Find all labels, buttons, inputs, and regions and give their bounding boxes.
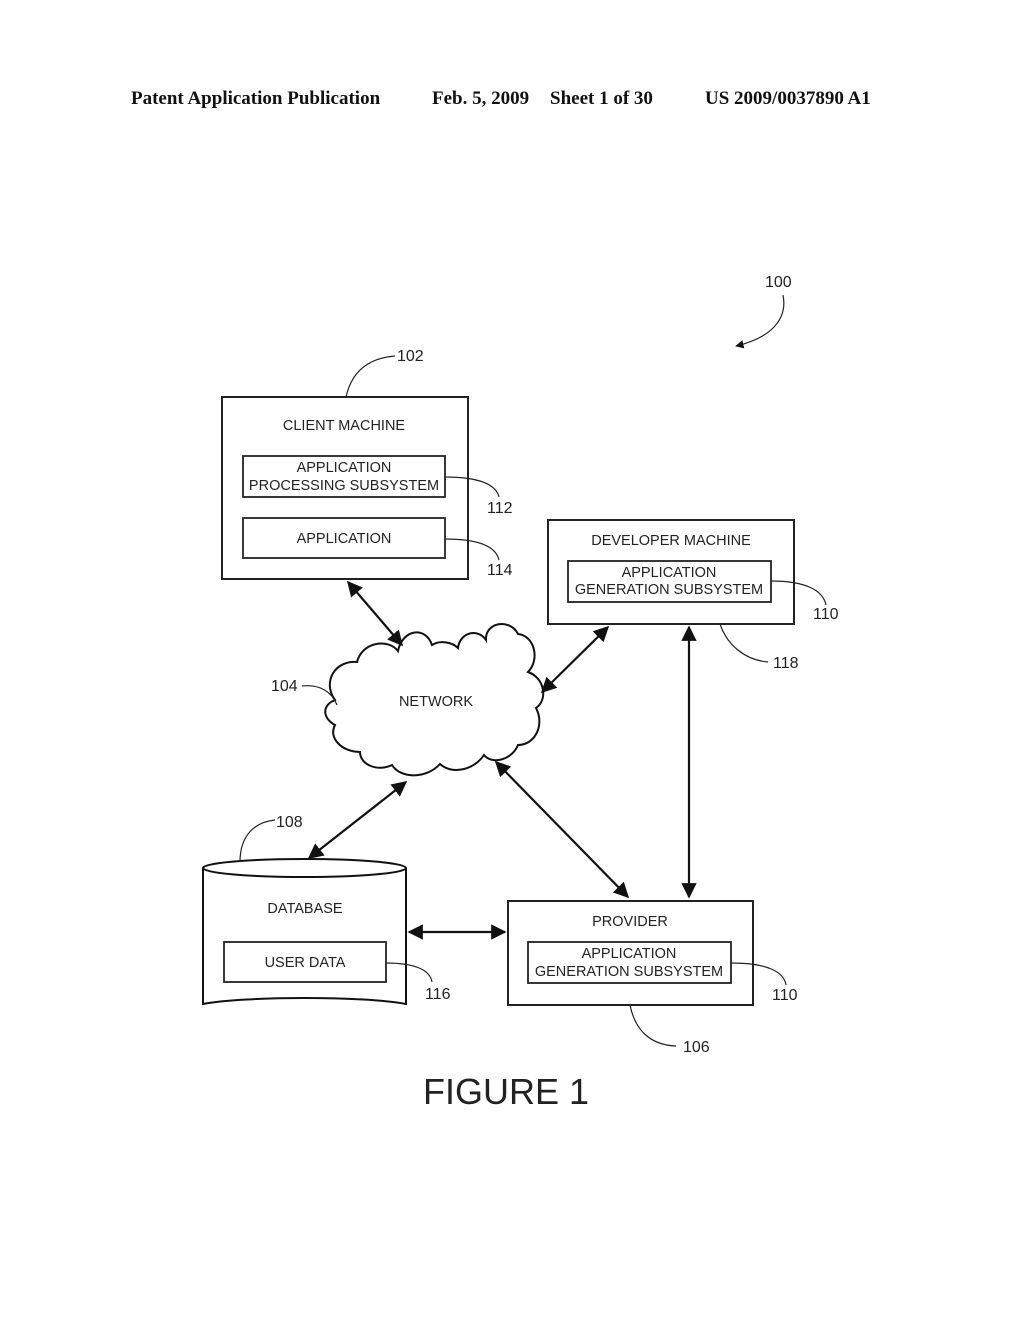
- arrow-client-network: [346, 580, 404, 647]
- dev-generation-ref: 110: [813, 606, 839, 623]
- figure-caption: FIGURE 1: [423, 1071, 589, 1112]
- app-processing-line2: PROCESSING SUBSYSTEM: [249, 478, 439, 494]
- arrow-network-provider: [494, 760, 630, 899]
- developer-machine-title: DEVELOPER MACHINE: [591, 533, 751, 549]
- provider-node: PROVIDER APPLICATION GENERATION SUBSYSTE…: [507, 900, 798, 1056]
- client-machine-node: CLIENT MACHINE APPLICATION PROCESSING SU…: [221, 348, 513, 580]
- client-machine-title: CLIENT MACHINE: [283, 418, 406, 434]
- user-data-label: USER DATA: [265, 955, 346, 971]
- database-leader: [239, 819, 276, 863]
- provider-leader: [629, 1004, 677, 1047]
- system-ref-label: 100: [765, 274, 792, 291]
- dev-generation-line2: GENERATION SUBSYSTEM: [575, 582, 763, 598]
- arrow-network-developer: [540, 625, 610, 694]
- app-processing-line1: APPLICATION: [297, 460, 392, 476]
- provider-title: PROVIDER: [592, 914, 668, 930]
- app-processing-ref: 112: [487, 500, 513, 517]
- provider-generation-line1: APPLICATION: [582, 946, 677, 962]
- arrow-network-database: [307, 781, 408, 859]
- network-title: NETWORK: [399, 694, 473, 710]
- database-top: [202, 858, 407, 878]
- developer-machine-node: DEVELOPER MACHINE APPLICATION GENERATION…: [547, 519, 839, 672]
- dev-generation-line1: APPLICATION: [622, 565, 717, 581]
- database-ref: 108: [276, 814, 303, 831]
- provider-generation-line2: GENERATION SUBSYSTEM: [535, 964, 723, 980]
- developer-machine-leader: [719, 623, 769, 663]
- database-title: DATABASE: [267, 901, 343, 917]
- provider-ref: 106: [683, 1039, 710, 1056]
- application-label: APPLICATION: [297, 531, 392, 547]
- developer-machine-ref: 118: [773, 655, 799, 672]
- system-ref-arrow: [735, 294, 785, 349]
- application-ref: 114: [487, 562, 513, 579]
- database-body: [202, 868, 407, 1006]
- system-reference: 100: [735, 274, 792, 349]
- user-data-ref: 116: [425, 986, 451, 1003]
- network-node: NETWORK 104: [271, 623, 545, 777]
- database-node: DATABASE USER DATA 116 108: [202, 814, 451, 1006]
- provider-generation-ref: 110: [772, 987, 798, 1004]
- network-ref: 104: [271, 678, 298, 695]
- figure-1-diagram: 100 CLIENT MACHINE APPLICATION PROCESSIN…: [202, 274, 839, 1112]
- client-machine-leader: [345, 355, 396, 398]
- client-machine-ref: 102: [397, 348, 424, 365]
